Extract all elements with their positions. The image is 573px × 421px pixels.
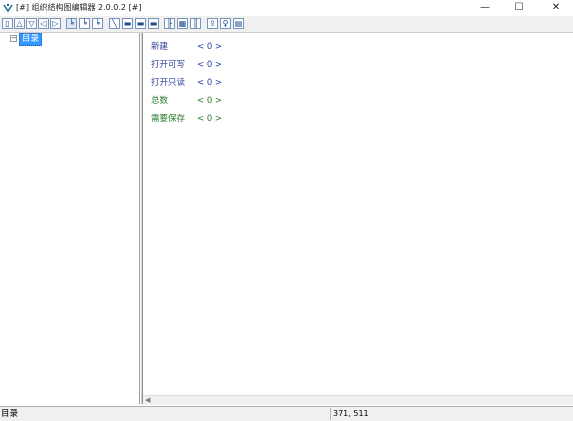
tree-pane: − 目录	[0, 33, 140, 404]
minimize-button[interactable]: —	[468, 0, 502, 16]
tree-layout-1-icon[interactable]: ╘	[66, 18, 77, 29]
app-icon	[3, 3, 13, 13]
horizontal-scrollbar[interactable]: ◀	[143, 395, 573, 405]
toolbar: ▯ △ ▽ ◁ ▷ ╘ ╘ ╘ ╲ ▬ ▬ ▬ ╟ ▦ ║ ⇪ ♀ ▤	[0, 16, 573, 33]
info-label: 新建	[151, 42, 169, 52]
info-row-new: 新建 < 0 >	[151, 41, 222, 53]
align-3-icon[interactable]: ║	[190, 18, 201, 29]
shape-up-icon[interactable]: △	[14, 18, 25, 29]
settings-icon[interactable]: ♀	[220, 18, 231, 29]
box-tool-3-icon[interactable]: ▬	[148, 18, 159, 29]
info-value: < 0 >	[197, 78, 223, 88]
collapse-toggle-icon[interactable]: −	[10, 35, 17, 42]
status-coordinates: 371, 511	[330, 408, 423, 420]
info-row-open-readonly: 打开只读 < 0 >	[151, 77, 222, 89]
line-tool-icon[interactable]: ╲	[109, 18, 120, 29]
print-icon[interactable]: ▤	[233, 18, 244, 29]
info-label: 打开可写	[151, 60, 186, 70]
tree-node-root[interactable]: 目录	[19, 33, 43, 46]
box-tool-2-icon[interactable]: ▬	[135, 18, 146, 29]
info-value: < 0 >	[197, 42, 223, 52]
info-row-needs-save: 需要保存 < 0 >	[151, 113, 222, 125]
title-bar: [#] 组织结构图编辑器 2.0.0.2 [#] — ☐ ✕	[0, 0, 573, 16]
tree-layout-3-icon[interactable]: ╘	[92, 18, 103, 29]
shape-down-icon[interactable]: ▽	[26, 18, 37, 29]
scroll-left-icon[interactable]: ◀	[145, 396, 150, 405]
export-icon[interactable]: ⇪	[207, 18, 218, 29]
maximize-button[interactable]: ☐	[502, 0, 536, 16]
info-row-total: 总数 < 0 >	[151, 95, 222, 107]
status-text: 目录	[1, 409, 19, 419]
info-row-open-writable: 打开可写 < 0 >	[151, 59, 222, 71]
arrow-left-icon[interactable]: ◁	[38, 18, 49, 29]
new-doc-icon[interactable]: ▯	[2, 18, 13, 29]
align-1-icon[interactable]: ╟	[164, 18, 175, 29]
arrow-right-icon[interactable]: ▷	[50, 18, 61, 29]
close-button[interactable]: ✕	[539, 0, 573, 16]
info-label: 打开只读	[151, 78, 186, 88]
info-label: 总数	[151, 96, 169, 106]
box-tool-1-icon[interactable]: ▬	[122, 18, 133, 29]
align-2-icon[interactable]: ▦	[177, 18, 188, 29]
info-value: < 0 >	[197, 114, 223, 124]
info-value: < 0 >	[197, 60, 223, 70]
info-value: < 0 >	[197, 96, 223, 106]
window-title: [#] 组织结构图编辑器 2.0.0.2 [#]	[16, 3, 142, 12]
tree-layout-2-icon[interactable]: ╘	[79, 18, 90, 29]
info-label: 需要保存	[151, 114, 186, 124]
status-bar: 目录 371, 511	[0, 406, 573, 421]
info-pane: 新建 < 0 > 打开可写 < 0 > 打开只读 < 0 > 总数 < 0 > …	[143, 33, 573, 395]
